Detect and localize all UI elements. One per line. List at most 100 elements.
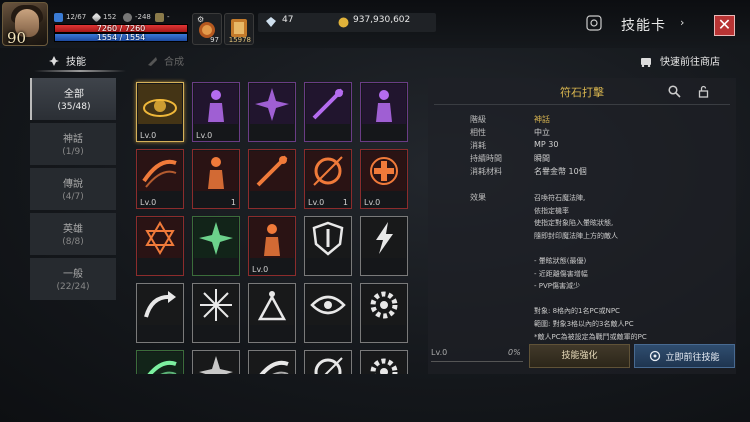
skill-detail-panel: 符石打擊 階級 神話 相性 中立 消耗 MP 30 持續時間 瞬間 消耗材料 名譽金幣 10個 效… (428, 78, 736, 374)
effect-line: *敵人PC為被設定為戰鬥或敵軍的PC (534, 332, 647, 341)
skill-card[interactable] (360, 82, 408, 142)
property-value: MP 30 (534, 140, 559, 149)
compose-tab-icon (148, 56, 157, 66)
skill-card-grid: Lv.0 Lv.0 Lv.0 1 Lv.0 1 Lv.0 Lv.0 (130, 78, 420, 374)
skill-card[interactable] (136, 350, 184, 374)
skill-card[interactable] (304, 216, 352, 276)
category-count: (8/8) (62, 237, 84, 247)
skill-card-art (306, 285, 350, 325)
search-icon[interactable] (668, 85, 681, 98)
skill-card-art (306, 218, 350, 258)
category-item[interactable]: 神話 (1/9) (30, 123, 116, 165)
skill-card-art (306, 84, 350, 124)
skill-card[interactable]: Lv.0 (248, 216, 296, 276)
quick-slot-1-count: 97 (210, 36, 219, 44)
skill-card[interactable] (360, 350, 408, 374)
close-button[interactable]: ✕ (714, 15, 735, 36)
tab-skill[interactable]: 技能 (48, 53, 86, 68)
property-value: 名譽金幣 10個 (534, 167, 587, 176)
skill-card[interactable]: 1 (192, 149, 240, 209)
skill-swirl-icon (650, 350, 661, 362)
stat-group-b: 152 (91, 11, 117, 23)
skill-card-level: Lv.0 (252, 265, 269, 274)
skill-card[interactable] (360, 283, 408, 343)
tab-bar: 技能 合成 快速前往商店 (0, 48, 750, 72)
skill-card[interactable] (304, 350, 352, 374)
category-item[interactable]: 英雄 (8/8) (30, 213, 116, 255)
quick-shop-link[interactable]: 快速前往商店 (638, 53, 720, 68)
skill-card-art (138, 151, 182, 191)
stat-group-c: -248 (123, 11, 151, 23)
tab-skill-label: 技能 (66, 57, 86, 68)
skill-card-art (250, 151, 294, 191)
quick-slot-1[interactable]: ⚙ 97 (192, 13, 222, 45)
skill-card[interactable] (248, 82, 296, 142)
category-count: (4/7) (62, 192, 84, 202)
active-tab-underline (34, 70, 126, 72)
tab-compose-label: 合成 (164, 57, 184, 68)
character-portrait[interactable]: 90 (2, 2, 48, 46)
skill-card[interactable]: Lv.0 (136, 82, 184, 142)
skill-card[interactable] (136, 216, 184, 276)
stat-d-value: - (167, 13, 170, 21)
page-title: 技能卡 (621, 18, 666, 34)
skill-card[interactable] (192, 216, 240, 276)
shop-cart-icon (641, 58, 651, 67)
skill-card[interactable]: Lv.0 1 (304, 149, 352, 209)
skill-card-quantity: 1 (342, 198, 348, 207)
skill-card[interactable] (360, 216, 408, 276)
skill-card-art (250, 285, 294, 325)
enhance-skill-button[interactable]: 技能強化 (529, 344, 630, 368)
character-level: 90 (7, 29, 27, 46)
skill-card-art (138, 352, 182, 374)
category-sidebar: 全部 (35/48) 神話 (1/9) 傳說 (4/7) 英雄 (8/8) 一般 (22/24) (30, 78, 116, 303)
category-item[interactable]: 傳說 (4/7) (30, 168, 116, 210)
skill-card[interactable] (248, 350, 296, 374)
category-count: (22/24) (56, 282, 90, 292)
crystal-amount: 47 (282, 15, 294, 25)
skill-card[interactable]: Lv.0 (192, 82, 240, 142)
skill-card-level: Lv.0 (364, 198, 381, 207)
skill-card-level: Lv.0 (140, 198, 157, 207)
skill-card[interactable] (248, 283, 296, 343)
skill-card-art (194, 352, 238, 374)
currency-bar[interactable]: 47 937,930,602 › (258, 13, 684, 32)
property-value: 瞬間 (534, 154, 550, 163)
skill-card-art (194, 151, 238, 191)
svg-text:⚙: ⚙ (197, 15, 204, 24)
skill-card[interactable] (192, 283, 240, 343)
skill-card[interactable] (304, 283, 352, 343)
stat-a-value: 12/67 (66, 13, 87, 21)
chevron-right-icon[interactable]: › (680, 16, 684, 29)
effect-line: 隨即封印魔法陣上方的敵人 (534, 231, 618, 240)
property-label: 消耗 (470, 141, 486, 150)
category-name: 英雄 (63, 224, 83, 235)
quick-slot-2[interactable]: 15978 (224, 13, 254, 45)
tab-compose[interactable]: 合成 (146, 53, 184, 68)
skill-card-screen: 90 12/67 152 -248 - 7260 / 7260 1554 / 1… (0, 0, 750, 422)
mana-gem-icon (54, 12, 63, 22)
skill-card-art (250, 84, 294, 124)
category-item[interactable]: 全部 (35/48) (30, 78, 116, 120)
effect-line: 使指定對象陷入暈眩狀態, (534, 219, 614, 228)
hp-bar: 7260 / 7260 (54, 24, 188, 33)
category-item[interactable]: 一般 (22/24) (30, 258, 116, 300)
skill-card[interactable] (304, 82, 352, 142)
skill-card[interactable] (192, 350, 240, 374)
card-progress-percent: 0% (508, 348, 521, 357)
skill-card-quantity: 1 (230, 198, 236, 207)
skill-card-art (138, 84, 182, 124)
go-to-skill-button[interactable]: 立即前往技能 (634, 344, 735, 368)
skill-card[interactable] (136, 283, 184, 343)
skill-card[interactable]: Lv.0 (136, 149, 184, 209)
lock-icon[interactable] (697, 85, 710, 98)
skill-card-art (194, 84, 238, 124)
property-label: 持續時間 (470, 154, 502, 163)
skill-card[interactable]: Lv.0 (360, 149, 408, 209)
skill-card-art (362, 84, 406, 124)
skill-card[interactable] (248, 149, 296, 209)
stat-b-value: 152 (103, 13, 117, 21)
skill-card-level: Lv.0 (140, 131, 157, 140)
effect-line: 對象: 8格內的1名PC或NPC (534, 307, 620, 316)
effect-line: 依指定機率 (534, 206, 569, 215)
